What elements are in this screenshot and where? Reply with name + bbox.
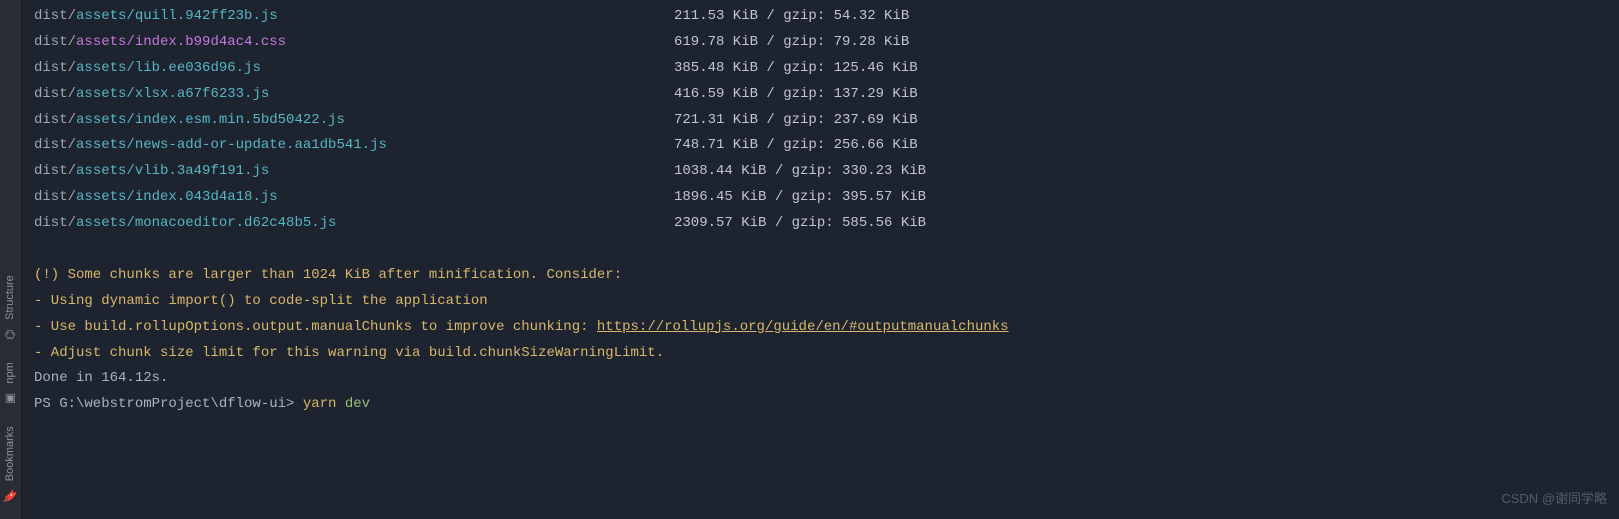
build-output-row: dist/assets/index.b99d4ac4.css619.78 KiB…: [34, 30, 1607, 56]
prompt-command: yarn: [303, 392, 337, 418]
file-path: dist/assets/index.esm.min.5bd50422.js: [34, 108, 674, 134]
file-size: 748.71 KiB / gzip: 256.66 KiB: [674, 133, 918, 159]
sidebar-item-label: Structure: [0, 275, 20, 320]
sidebar-item-structure[interactable]: ⌬ Structure: [0, 267, 23, 354]
rollup-chunks-link[interactable]: https://rollupjs.org/guide/en/#outputman…: [597, 319, 1009, 335]
build-output-row: dist/assets/monacoeditor.d62c48b5.js2309…: [34, 211, 1607, 237]
npm-icon: ▣: [0, 393, 22, 404]
build-output-row: dist/assets/vlib.3a49f191.js1038.44 KiB …: [34, 159, 1607, 185]
file-size: 1038.44 KiB / gzip: 330.23 KiB: [674, 159, 926, 185]
sidebar-item-label: npm: [0, 362, 20, 383]
file-size: 2309.57 KiB / gzip: 585.56 KiB: [674, 211, 926, 237]
file-path: dist/assets/vlib.3a49f191.js: [34, 159, 674, 185]
file-path: dist/assets/monacoeditor.d62c48b5.js: [34, 211, 674, 237]
warning-line: - Use build.rollupOptions.output.manualC…: [34, 315, 1607, 341]
watermark: CSDN @谢同学略: [1501, 487, 1607, 511]
build-output-row: dist/assets/xlsx.a67f6233.js416.59 KiB /…: [34, 82, 1607, 108]
warning-line: - Adjust chunk size limit for this warni…: [34, 341, 1607, 367]
file-size: 385.48 KiB / gzip: 125.46 KiB: [674, 56, 918, 82]
sidebar-item-label: Bookmarks: [0, 426, 20, 481]
prompt-line[interactable]: PS G:\webstromProject\dflow-ui> yarn dev: [34, 392, 1607, 418]
file-size: 619.78 KiB / gzip: 79.28 KiB: [674, 30, 909, 56]
build-output-row: dist/assets/index.esm.min.5bd50422.js721…: [34, 108, 1607, 134]
sidebar-item-npm[interactable]: ▣ npm: [0, 354, 23, 418]
prompt-path: PS G:\webstromProject\dflow-ui>: [34, 392, 303, 418]
build-output-row: dist/assets/news-add-or-update.aa1db541.…: [34, 133, 1607, 159]
file-size: 721.31 KiB / gzip: 237.69 KiB: [674, 108, 918, 134]
prompt-arg: dev: [336, 392, 370, 418]
bookmarks-icon: 🔖: [0, 488, 22, 503]
build-output-row: dist/assets/index.043d4a18.js1896.45 KiB…: [34, 185, 1607, 211]
build-output-row: dist/assets/lib.ee036d96.js385.48 KiB / …: [34, 56, 1607, 82]
build-output-row: dist/assets/quill.942ff23b.js211.53 KiB …: [34, 4, 1607, 30]
file-size: 416.59 KiB / gzip: 137.29 KiB: [674, 82, 918, 108]
file-path: dist/assets/index.043d4a18.js: [34, 185, 674, 211]
warning-header: (!) Some chunks are larger than 1024 KiB…: [34, 263, 1607, 289]
file-size: 211.53 KiB / gzip: 54.32 KiB: [674, 4, 909, 30]
terminal-panel[interactable]: dist/assets/quill.942ff23b.js211.53 KiB …: [22, 0, 1619, 519]
done-line: Done in 164.12s.: [34, 366, 1607, 392]
structure-icon: ⌬: [0, 330, 22, 340]
ide-sidebar: ⌬ Structure ▣ npm 🔖 Bookmarks: [0, 0, 22, 519]
file-path: dist/assets/quill.942ff23b.js: [34, 4, 674, 30]
file-path: dist/assets/index.b99d4ac4.css: [34, 30, 674, 56]
file-size: 1896.45 KiB / gzip: 395.57 KiB: [674, 185, 926, 211]
sidebar-item-bookmarks[interactable]: 🔖 Bookmarks: [0, 418, 23, 515]
warning-line: - Using dynamic import() to code-split t…: [34, 289, 1607, 315]
file-path: dist/assets/xlsx.a67f6233.js: [34, 82, 674, 108]
file-path: dist/assets/lib.ee036d96.js: [34, 56, 674, 82]
file-path: dist/assets/news-add-or-update.aa1db541.…: [34, 133, 674, 159]
